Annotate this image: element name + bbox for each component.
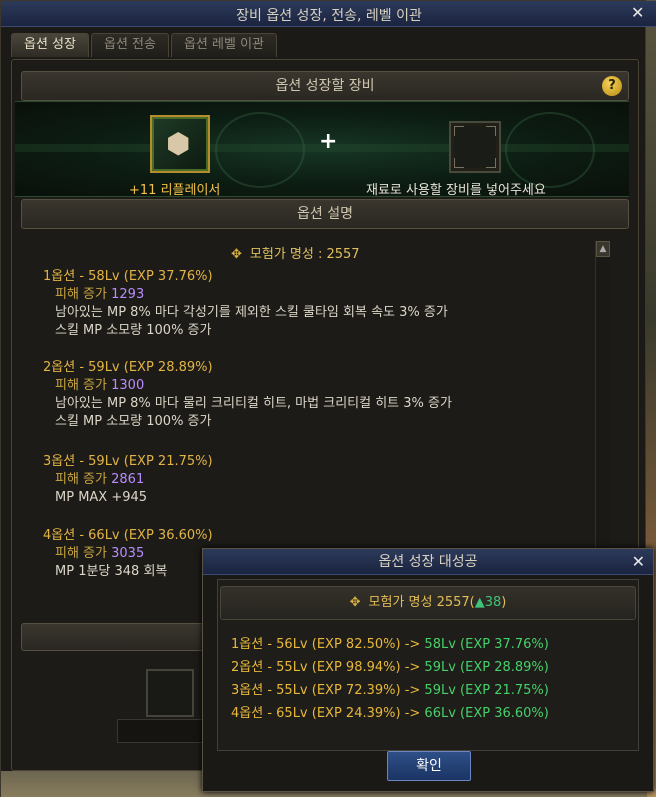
material-hint: 재료로 사용할 장비를 넣어주세요 [366,183,546,198]
change-arrow: -> [400,683,425,698]
damage-value: 2861 [111,472,145,487]
damage-label: 피해 증가 [55,287,107,302]
result-equipment-slot[interactable] [146,669,194,717]
popup-close-icon[interactable]: ✕ [632,553,645,571]
option-before: 2옵션 - 55Lv (EXP 98.94%) [231,660,401,675]
option-after: 59Lv (EXP 28.89%) [424,660,549,675]
equip-section-header: 옵션 성장할 장비 ? [21,71,629,101]
popup-fame-suffix: ) [501,595,507,610]
fame-increase: ▲38 [474,595,502,610]
option-change-row: 4옵션 - 65Lv (EXP 24.39%) -> 66Lv (EXP 36.… [231,702,549,725]
laurel-crest-icon: ✥ [231,247,242,262]
popup-fame-text: 모험가 명성 2557( [368,595,475,610]
slot-corner [454,158,464,168]
main-equipment-slot[interactable]: ⬢ [150,115,210,173]
tab-bar: 옵션 성장 옵션 전송 옵션 레벨 이관 [11,33,277,57]
damage-value: 3035 [111,546,145,561]
window-titlebar[interactable]: 장비 옵션 성장, 전송, 레벨 이관 ✕ [1,1,656,27]
damage-value: 1300 [111,378,145,393]
question-icon[interactable]: ? [602,76,622,96]
material-equipment-slot[interactable] [449,121,501,173]
option-entry-2: 2옵션 - 59Lv (EXP 28.89%) 피해 증가 1300 남아있는 … [43,359,452,431]
equip-section-title: 옵션 성장할 장비 [275,78,375,94]
desc-section-header: 옵션 설명 [21,199,629,229]
change-arrow: -> [400,706,425,721]
close-icon[interactable]: ✕ [631,4,644,22]
option-before: 1옵션 - 56Lv (EXP 82.50%) [231,637,401,652]
option-damage: 피해 증가 1300 [43,377,452,395]
damage-label: 피해 증가 [55,546,107,561]
popup-title: 옵션 성장 대성공 [203,549,653,575]
decorative-rune-circle [215,112,305,188]
option-title: 1옵션 - 58Lv (EXP 37.76%) [43,269,213,284]
option-effect: 스킬 MP 소모량 100% 증가 [55,323,212,338]
desc-section-title: 옵션 설명 [297,206,353,222]
option-effect: MP MAX +945 [55,490,148,505]
decorative-rune-circle [505,112,595,188]
option-change-row: 2옵션 - 55Lv (EXP 98.94%) -> 59Lv (EXP 28.… [231,656,549,679]
option-effect: 남아있는 MP 8% 마다 각성기를 제외한 스킬 쿨타임 회복 속도 3% 증… [55,305,448,320]
dice-cube-icon: ⬢ [166,127,191,160]
damage-label: 피해 증가 [55,472,107,487]
option-entry-1: 1옵션 - 58Lv (EXP 37.76%) 피해 증가 1293 남아있는 … [43,268,448,340]
option-damage: 피해 증가 3035 [43,545,213,563]
option-after: 66Lv (EXP 36.60%) [424,706,549,721]
lower-section-header [21,623,211,651]
option-before: 3옵션 - 55Lv (EXP 72.39%) [231,683,401,698]
option-entry-3: 3옵션 - 59Lv (EXP 21.75%) 피해 증가 2861 MP MA… [43,453,213,507]
slot-corner [486,126,496,136]
damage-value: 1293 [111,287,145,302]
confirm-button[interactable]: 확인 [387,751,471,781]
cost-field [117,719,207,743]
option-after: 58Lv (EXP 37.76%) [424,637,549,652]
option-effect: MP 1분당 348 회복 [55,564,168,579]
option-effect: 스킬 MP 소모량 100% 증가 [55,414,212,429]
option-title: 4옵션 - 66Lv (EXP 36.60%) [43,528,213,543]
tab-option-level-transfer[interactable]: 옵션 레벨 이관 [170,33,277,57]
option-damage: 피해 증가 2861 [43,471,213,489]
option-title: 3옵션 - 59Lv (EXP 21.75%) [43,454,213,469]
option-change-row: 3옵션 - 55Lv (EXP 72.39%) -> 59Lv (EXP 21.… [231,679,549,702]
option-entry-4: 4옵션 - 66Lv (EXP 36.60%) 피해 증가 3035 MP 1분… [43,527,213,581]
popup-fame-bar: ✥ 모험가 명성 2557(▲38) [220,586,636,620]
option-after: 59Lv (EXP 21.75%) [424,683,549,698]
option-change-row: 1옵션 - 56Lv (EXP 82.50%) -> 58Lv (EXP 37.… [231,633,549,656]
fame-text: 모험가 명성 : 2557 [249,247,360,262]
slot-corner [486,158,496,168]
option-before: 4옵션 - 65Lv (EXP 24.39%) [231,706,401,721]
plus-icon: + [319,129,338,154]
window-title: 장비 옵션 성장, 전송, 레벨 이관 [236,8,422,24]
change-arrow: -> [400,637,425,652]
tab-option-transfer[interactable]: 옵션 전송 [90,33,169,57]
laurel-crest-icon: ✥ [349,595,361,610]
option-effect: 남아있는 MP 8% 마다 물리 크리티컬 히트, 마법 크리티컬 히트 3% … [55,396,452,411]
adventurer-fame: ✥ 모험가 명성 : 2557 [231,243,360,262]
change-arrow: -> [400,660,425,675]
option-change-list: 1옵션 - 56Lv (EXP 82.50%) -> 58Lv (EXP 37.… [231,633,549,725]
damage-label: 피해 증가 [55,378,107,393]
scroll-up-button[interactable]: ▲ [596,241,610,257]
tab-option-growth[interactable]: 옵션 성장 [11,33,89,57]
item-name: +11 리플레이서 [129,183,221,198]
option-damage: 피해 증가 1293 [43,286,448,304]
option-title: 2옵션 - 59Lv (EXP 28.89%) [43,360,213,375]
growth-success-popup: 옵션 성장 대성공 ✕ ✥ 모험가 명성 2557(▲38) 1옵션 - 56Lv… [202,548,654,792]
slot-corner [454,126,464,136]
